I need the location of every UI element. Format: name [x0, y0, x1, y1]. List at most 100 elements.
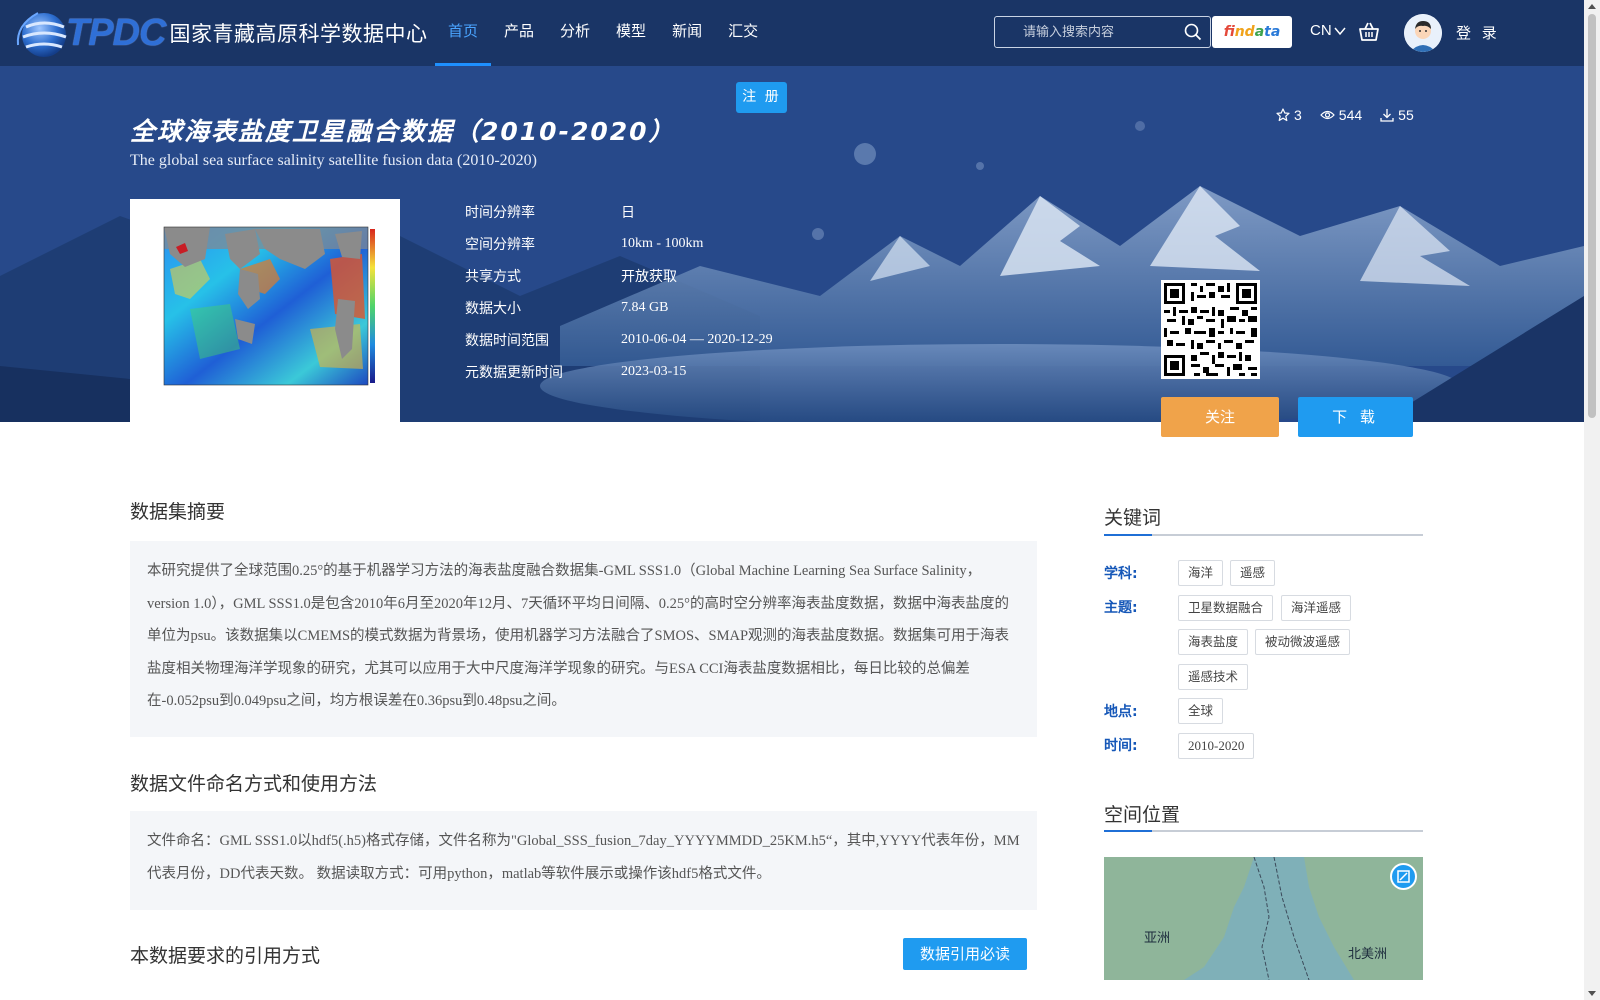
- download-count: 55: [1380, 107, 1414, 123]
- basket-icon[interactable]: [1358, 21, 1380, 43]
- keyword-label-place: 地点:: [1104, 704, 1138, 720]
- scroll-up-icon[interactable]: [1588, 4, 1596, 9]
- follow-button[interactable]: 关注: [1161, 397, 1279, 437]
- findata-label-part: fi: [1223, 24, 1235, 40]
- abstract-heading: 数据集摘要: [130, 501, 226, 523]
- qr-code-icon: [1161, 280, 1260, 379]
- star-count-value: 3: [1294, 107, 1302, 123]
- file-naming-heading: 数据文件命名方式和使用方法: [130, 773, 378, 795]
- spatial-location-heading: 空间位置: [1104, 804, 1181, 826]
- keyword-tag[interactable]: 遥感技术: [1178, 664, 1249, 690]
- map-expand-button[interactable]: [1390, 863, 1417, 890]
- eye-icon: [1319, 110, 1335, 120]
- keyword-label-theme: 主题:: [1104, 600, 1138, 616]
- meta-row-metadata-updated: 元数据更新时间 2023-03-15: [465, 356, 773, 388]
- expand-icon: [1397, 870, 1410, 883]
- dataset-title-en: The global sea surface salinity satellit…: [130, 152, 537, 169]
- qr-code: [1161, 280, 1260, 379]
- language-label: CN: [1310, 22, 1332, 39]
- nav-submit[interactable]: 汇交: [715, 0, 771, 66]
- globe-logo-icon: [14, 5, 70, 61]
- top-navbar: TPDC 国家青藏高原科学数据中心 首页 产品 分析 模型 新闻 汇交 find…: [0, 0, 1584, 66]
- nav-news[interactable]: 新闻: [659, 0, 715, 66]
- world-map: 亚洲 北美洲: [1104, 857, 1423, 980]
- dataset-title-cn: 全球海表盐度卫星融合数据（2010-2020）: [130, 117, 676, 146]
- keyword-label-subject: 学科:: [1104, 566, 1138, 582]
- scroll-down-icon[interactable]: [1588, 991, 1596, 996]
- meta-label: 共享方式: [465, 269, 521, 285]
- keyword-tag[interactable]: 被动微波遥感: [1255, 629, 1351, 655]
- meta-label: 空间分辨率: [465, 237, 535, 253]
- nav-products[interactable]: 产品: [491, 0, 547, 66]
- star-icon: [1276, 108, 1290, 122]
- main-nav: 首页 产品 分析 模型 新闻 汇交: [435, 0, 771, 66]
- meta-value: 7.84 GB: [621, 300, 669, 315]
- dataset-thumbnail[interactable]: [130, 199, 400, 422]
- meta-label: 数据大小: [465, 301, 521, 317]
- chevron-down-icon: [1334, 27, 1346, 35]
- page-scrollbar[interactable]: [1584, 0, 1600, 1000]
- file-naming-text: 文件命名：GML SSS1.0以hdf5(.h5)格式存储，文件名称为"Glob…: [130, 811, 1037, 910]
- meta-label: 时间分辨率: [465, 205, 535, 221]
- keyword-tag[interactable]: 海表盐度: [1178, 629, 1249, 655]
- findata-label-part: a: [1254, 24, 1265, 40]
- keywords-divider: [1104, 534, 1423, 536]
- logo-site-name: 国家青藏高原科学数据中心: [169, 22, 428, 46]
- abstract-text: 本研究提供了全球范围0.25°的基于机器学习方法的海表盐度融合数据集-GML S…: [130, 541, 1037, 737]
- keyword-tag[interactable]: 海洋遥感: [1281, 595, 1352, 621]
- meta-value: 日: [621, 205, 635, 221]
- search-input[interactable]: [995, 17, 1180, 47]
- citation-must-read-button[interactable]: 数据引用必读: [903, 938, 1027, 970]
- search-icon[interactable]: [1184, 23, 1202, 41]
- scrollbar-thumb[interactable]: [1588, 14, 1596, 418]
- meta-value: 开放获取: [621, 269, 677, 285]
- meta-row-time-resolution: 时间分辨率 日: [465, 196, 773, 228]
- keyword-label-time: 时间:: [1104, 738, 1138, 754]
- divider-accent: [1104, 534, 1152, 536]
- citation-heading: 本数据要求的引用方式: [130, 945, 321, 967]
- view-count: 544: [1319, 107, 1363, 123]
- meta-row-spatial-resolution: 空间分辨率 10km - 100km: [465, 228, 773, 260]
- meta-row-time-range: 数据时间范围 2010-06-04 — 2020-12-29: [465, 324, 773, 356]
- spatial-divider: [1104, 830, 1423, 832]
- user-avatar[interactable]: [1404, 14, 1442, 52]
- nav-models[interactable]: 模型: [603, 0, 659, 66]
- findata-label-part: nd: [1234, 24, 1255, 40]
- site-logo[interactable]: TPDC 国家青藏高原科学数据中心: [14, 4, 427, 62]
- nav-analysis[interactable]: 分析: [547, 0, 603, 66]
- logo-tpdc-text: TPDC: [66, 11, 166, 54]
- meta-value: 10km - 100km: [621, 236, 704, 251]
- meta-label: 元数据更新时间: [465, 365, 563, 381]
- download-count-value: 55: [1398, 107, 1414, 123]
- meta-label: 数据时间范围: [465, 333, 549, 349]
- keyword-tag[interactable]: 遥感: [1230, 560, 1276, 586]
- keyword-tag[interactable]: 卫星数据融合: [1178, 595, 1274, 621]
- keyword-tag[interactable]: 2010-2020: [1178, 733, 1255, 759]
- language-selector[interactable]: CN: [1310, 22, 1346, 39]
- download-icon: [1380, 109, 1394, 122]
- view-count-value: 544: [1338, 107, 1363, 123]
- keywords-heading: 关键词: [1104, 507, 1162, 529]
- divider-accent: [1104, 830, 1152, 832]
- star-count[interactable]: 3: [1276, 107, 1302, 123]
- user-avatar-icon: [1404, 14, 1442, 52]
- login-link[interactable]: 登 录: [1456, 22, 1500, 43]
- map-label-asia: 亚洲: [1144, 931, 1170, 946]
- meta-value: 2023-03-15: [621, 364, 687, 379]
- map-label-north-america: 北美洲: [1348, 947, 1387, 962]
- meta-value: 2010-06-04 — 2020-12-29: [621, 332, 773, 347]
- meta-row-sharing: 共享方式 开放获取: [465, 260, 773, 292]
- findata-button[interactable]: findata: [1212, 16, 1292, 48]
- spatial-location-map[interactable]: 亚洲 北美洲: [1104, 857, 1423, 980]
- register-button[interactable]: 注 册: [736, 82, 787, 113]
- keyword-tag[interactable]: 海洋: [1178, 560, 1224, 586]
- download-button[interactable]: 下 载: [1298, 397, 1413, 437]
- nav-home[interactable]: 首页: [435, 0, 492, 66]
- dataset-stats: 3 544 55: [1276, 107, 1414, 123]
- keyword-tag[interactable]: 全球: [1178, 698, 1224, 724]
- salinity-map-thumbnail: [163, 226, 375, 386]
- search-box: [994, 16, 1211, 48]
- meta-row-data-size: 数据大小 7.84 GB: [465, 292, 773, 324]
- findata-label-part: ta: [1264, 24, 1281, 40]
- dataset-metadata: 时间分辨率 日 空间分辨率 10km - 100km 共享方式 开放获取 数据大…: [465, 196, 773, 388]
